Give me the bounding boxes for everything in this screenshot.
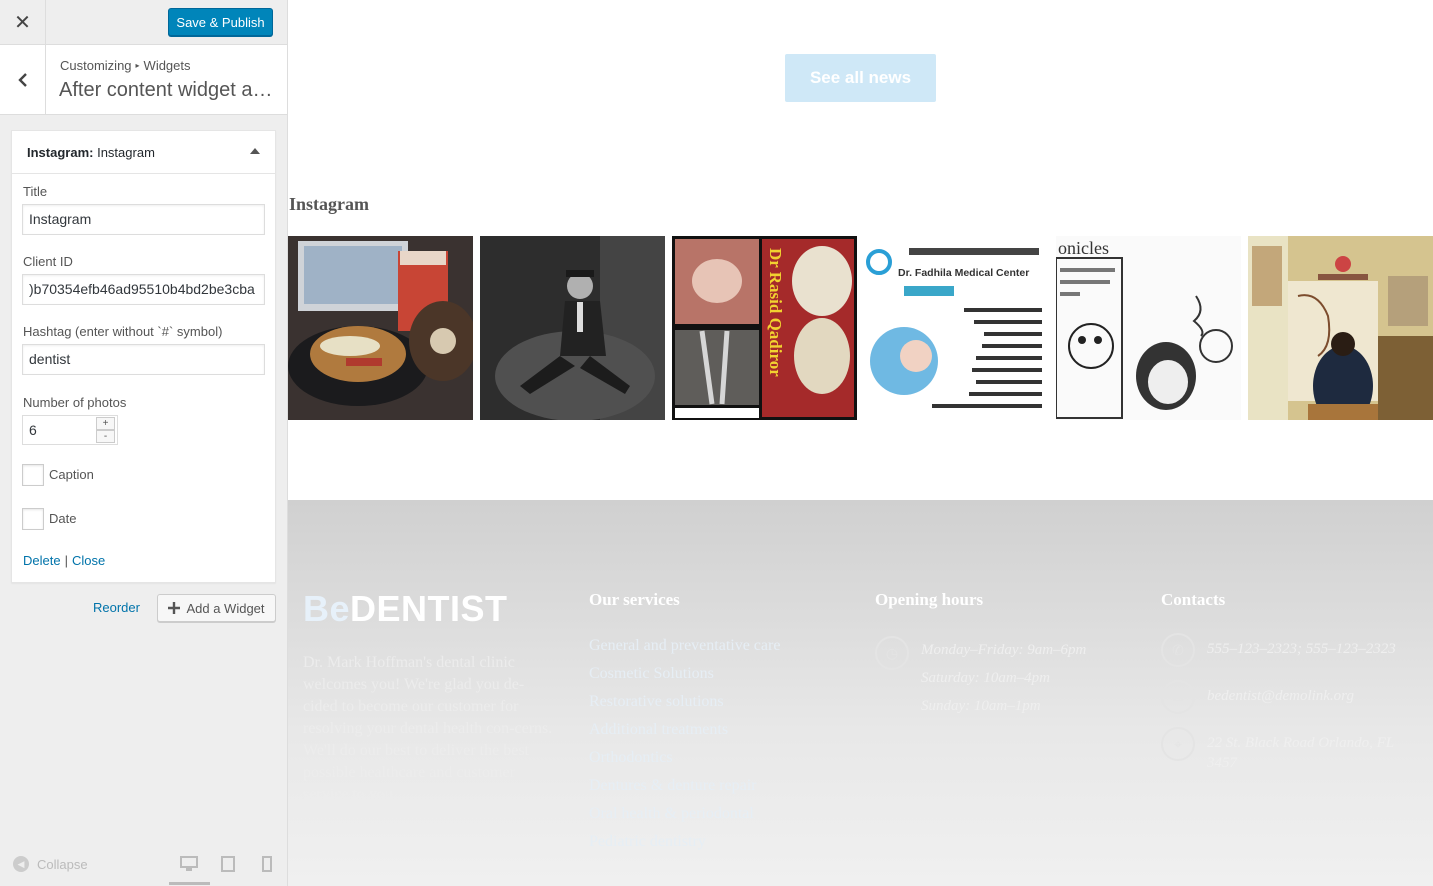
logo-prefix: Be	[303, 588, 351, 629]
contact-email[interactable]: bedentist@demolink.org	[1207, 686, 1417, 706]
save-publish-button[interactable]: Save & Publish	[168, 8, 273, 36]
close-icon: ✕	[14, 12, 31, 34]
service-link-2[interactable]: Cosmetic Solutions	[589, 665, 714, 683]
see-all-news-button[interactable]: See all news	[785, 54, 936, 102]
breadcrumb-customizing: Customizing	[60, 58, 132, 73]
actions-separator: |	[64, 553, 68, 568]
dental-xray-photo-icon: Dr Rasid Qadiror	[672, 236, 857, 420]
contacts-title: Contacts	[1161, 590, 1226, 609]
customizer-panel: ✕ Save & Publish Customizing ▸ Widgets Aft…	[0, 0, 288, 886]
increment-button[interactable]: +	[96, 417, 115, 430]
section-title: After content widget area	[59, 79, 279, 101]
instagram-photo-3[interactable]: Dr Rasid Qadiror	[672, 236, 857, 420]
customizer-app: ✕ Save & Publish Customizing ▸ Widgets Aft…	[0, 0, 1433, 886]
breadcrumb-separator: ▸	[135, 61, 140, 70]
breadcrumb-widgets: Widgets	[143, 58, 191, 73]
title-input[interactable]: Instagram	[22, 204, 265, 235]
service-link-8[interactable]: Pediatric dentistry	[589, 833, 706, 851]
hashtag-input[interactable]: dentist	[22, 344, 265, 375]
services-title: Our services	[589, 590, 680, 609]
service-link-5[interactable]: Orthodontics	[589, 749, 673, 767]
plus-icon	[168, 602, 181, 614]
desktop-preview-icon[interactable]	[180, 856, 198, 872]
reorder-link[interactable]: Reorder	[93, 600, 140, 615]
date-checkbox[interactable]	[22, 508, 44, 530]
site-preview: See all news Instagram Dr Rasid Qadiror …	[288, 0, 1433, 886]
location-pin-icon: ⌖	[1161, 727, 1195, 761]
active-device-indicator	[169, 882, 210, 885]
collapse-label: Collapse	[37, 856, 88, 872]
photo-3-overlay-text: Dr Rasid Qadiror	[766, 248, 785, 377]
clinic-ad-photo-icon: Dr. Fadhila Medical Center	[864, 236, 1049, 420]
photos-count-value: 6	[29, 422, 37, 438]
caption-label: Caption	[49, 467, 94, 482]
title-label: Title	[23, 184, 48, 199]
collapse-button[interactable]: ◀ Collapse	[13, 856, 88, 872]
comic-photo-icon: onicles	[1056, 236, 1241, 420]
instagram-widget: Instagram: Instagram Title Instagram Cli…	[11, 130, 276, 583]
close-customizer-button[interactable]: ✕	[0, 0, 46, 45]
add-widget-label: Add a Widget	[186, 600, 265, 616]
instagram-photo-5[interactable]: onicles	[1056, 236, 1241, 420]
hours-sunday: Sunday: 10am–1pm	[921, 698, 1041, 714]
section-header: Customizing ▸ Widgets After content widget…	[0, 45, 287, 115]
photos-count-input[interactable]: 6 + -	[22, 415, 118, 445]
tablet-preview-icon[interactable]	[221, 856, 235, 872]
photo-5-overlay-text: onicles	[1058, 238, 1109, 258]
man-portrait-photo-icon	[480, 236, 665, 420]
hours-weekdays: Monday–Friday: 9am–6pm	[921, 642, 1087, 658]
widget-name: Instagram	[97, 145, 155, 160]
widget-type: Instagram:	[27, 145, 94, 160]
service-link-4[interactable]: Additional treatments	[589, 721, 728, 739]
email-icon: ✉	[1161, 680, 1195, 714]
widget-title: Instagram: Instagram	[27, 145, 155, 160]
painter-room-photo-icon	[1248, 236, 1433, 420]
photo-4-overlay-text: Dr. Fadhila Medical Center	[898, 267, 1029, 279]
hours-saturday: Saturday: 10am–4pm	[921, 670, 1051, 686]
about-text: Dr. Mark Hoffman's dental clinic welcome…	[303, 654, 553, 803]
close-widget-link[interactable]: Close	[72, 553, 105, 568]
widget-title-bar[interactable]: Instagram: Instagram	[12, 131, 275, 174]
date-label: Date	[49, 511, 77, 526]
service-link-7[interactable]: Oral health & periodontal	[589, 805, 754, 823]
instagram-photo-4[interactable]: Dr. Fadhila Medical Center	[864, 236, 1049, 420]
add-widget-button[interactable]: Add a Widget	[157, 594, 276, 622]
service-link-1[interactable]: General and preventative care	[589, 637, 780, 655]
photos-count-label: Number of photos	[23, 395, 127, 410]
hashtag-label: Hashtag (enter without `#` symbol)	[23, 324, 223, 339]
customizer-topbar: ✕ Save & Publish	[0, 0, 287, 45]
mobile-preview-icon[interactable]	[262, 856, 272, 872]
contact-phone[interactable]: 555–123–2323; 555–123–2323	[1207, 639, 1417, 659]
logo-name: DENTIST	[350, 588, 508, 629]
hours-title: Opening hours	[875, 590, 984, 609]
delete-link[interactable]: Delete	[23, 553, 61, 568]
instagram-heading: Instagram	[289, 194, 369, 214]
service-link-3[interactable]: Restorative solutions	[589, 693, 724, 711]
contact-address: 22 St. Black Road Orlando, FL 3457	[1207, 735, 1394, 771]
caption-checkbox[interactable]	[22, 464, 44, 486]
chevron-left-icon	[17, 73, 27, 87]
clock-icon: ◷	[875, 636, 909, 670]
instagram-grid: Dr Rasid Qadiror Dr. Fadhila Medical Cen…	[288, 236, 1433, 420]
instagram-photo-1[interactable]	[288, 236, 473, 420]
phone-icon: ✆	[1161, 633, 1195, 667]
site-footer: BeDENTIST Dr. Mark Hoffman's dental clin…	[288, 500, 1433, 886]
caret-up-icon[interactable]	[250, 148, 260, 154]
instagram-photo-2[interactable]	[480, 236, 665, 420]
service-link-6[interactable]: Dentures & denture repair	[589, 777, 756, 795]
client-id-label: Client ID	[23, 254, 73, 269]
food-photo-icon	[288, 236, 473, 420]
client-id-input[interactable]: )b70354efb46ad95510b4bd2be3cba	[22, 274, 265, 305]
collapse-arrow-icon: ◀	[13, 856, 29, 872]
back-button[interactable]	[0, 45, 46, 115]
widget-actions: Delete | Close	[23, 553, 105, 568]
site-logo[interactable]: BeDENTIST	[303, 588, 508, 630]
breadcrumb: Customizing ▸ Widgets	[60, 58, 191, 73]
instagram-photo-6[interactable]	[1248, 236, 1433, 420]
decrement-button[interactable]: -	[96, 430, 115, 443]
panel-footer: ◀ Collapse	[0, 848, 287, 886]
